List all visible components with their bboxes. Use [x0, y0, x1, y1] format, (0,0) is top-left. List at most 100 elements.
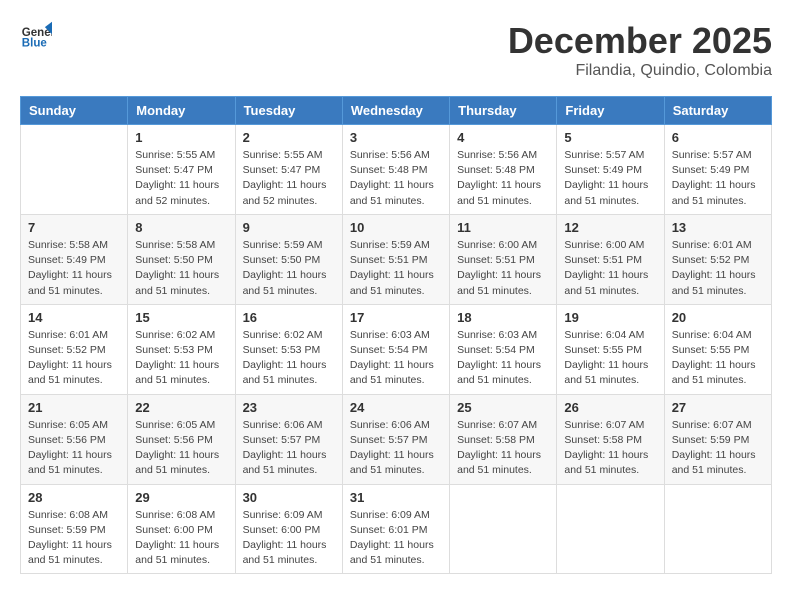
day-number: 6	[672, 130, 764, 145]
calendar-cell: 27 Sunrise: 6:07 AMSunset: 5:59 PMDayligh…	[664, 394, 771, 484]
calendar-cell: 24 Sunrise: 6:06 AMSunset: 5:57 PMDayligh…	[342, 394, 449, 484]
weekday-header-wednesday: Wednesday	[342, 97, 449, 125]
calendar-cell: 1 Sunrise: 5:55 AMSunset: 5:47 PMDaylight…	[128, 125, 235, 215]
calendar-cell: 8 Sunrise: 5:58 AMSunset: 5:50 PMDaylight…	[128, 214, 235, 304]
day-info: Sunrise: 6:07 AMSunset: 5:58 PMDaylight:…	[564, 418, 656, 479]
day-number: 4	[457, 130, 549, 145]
day-info: Sunrise: 6:06 AMSunset: 5:57 PMDaylight:…	[350, 418, 442, 479]
weekday-header-friday: Friday	[557, 97, 664, 125]
calendar-cell: 17 Sunrise: 6:03 AMSunset: 5:54 PMDayligh…	[342, 304, 449, 394]
day-info: Sunrise: 6:02 AMSunset: 5:53 PMDaylight:…	[243, 328, 335, 389]
calendar-cell: 23Sunrise: 6:06 AMSunset: 5:57 PMDayligh…	[235, 394, 342, 484]
calendar-cell: 18 Sunrise: 6:03 AMSunset: 5:54 PMDayligh…	[450, 304, 557, 394]
month-title: December 2025	[508, 20, 772, 62]
weekday-header-sunday: Sunday	[21, 97, 128, 125]
logo: General Blue	[20, 20, 52, 52]
calendar-cell: 11Sunrise: 6:00 AMSunset: 5:51 PMDayligh…	[450, 214, 557, 304]
calendar-cell: 5 Sunrise: 5:57 AMSunset: 5:49 PMDaylight…	[557, 125, 664, 215]
day-info: Sunrise: 5:57 AMSunset: 5:49 PMDaylight:…	[672, 148, 764, 209]
day-info: Sunrise: 5:57 AMSunset: 5:49 PMDaylight:…	[564, 148, 656, 209]
weekday-header-row: SundayMondayTuesdayWednesdayThursdayFrid…	[21, 97, 772, 125]
day-number: 25	[457, 400, 549, 415]
calendar-cell: 31 Sunrise: 6:09 AMSunset: 6:01 PMDayligh…	[342, 484, 449, 574]
calendar-cell	[450, 484, 557, 574]
day-info: Sunrise: 5:55 AMSunset: 5:47 PMDaylight:…	[243, 148, 335, 209]
day-info: Sunrise: 5:56 AMSunset: 5:48 PMDaylight:…	[457, 148, 549, 209]
day-number: 27	[672, 400, 764, 415]
day-number: 9	[243, 220, 335, 235]
calendar-cell: 9 Sunrise: 5:59 AMSunset: 5:50 PMDaylight…	[235, 214, 342, 304]
weekday-header-saturday: Saturday	[664, 97, 771, 125]
day-info: Sunrise: 6:04 AMSunset: 5:55 PMDaylight:…	[564, 328, 656, 389]
day-number: 30	[243, 490, 335, 505]
day-number: 26	[564, 400, 656, 415]
weekday-header-monday: Monday	[128, 97, 235, 125]
calendar-cell: 16 Sunrise: 6:02 AMSunset: 5:53 PMDayligh…	[235, 304, 342, 394]
calendar-cell	[557, 484, 664, 574]
calendar-week-row: 7Sunrise: 5:58 AMSunset: 5:49 PMDaylight…	[21, 214, 772, 304]
day-number: 5	[564, 130, 656, 145]
day-info: Sunrise: 6:03 AMSunset: 5:54 PMDaylight:…	[350, 328, 442, 389]
calendar-cell: 25 Sunrise: 6:07 AMSunset: 5:58 PMDayligh…	[450, 394, 557, 484]
calendar-cell	[21, 125, 128, 215]
calendar-cell: 2 Sunrise: 5:55 AMSunset: 5:47 PMDaylight…	[235, 125, 342, 215]
calendar-cell: 14Sunrise: 6:01 AMSunset: 5:52 PMDayligh…	[21, 304, 128, 394]
location: Filandia, Quindio, Colombia	[508, 62, 772, 80]
title-block: December 2025 Filandia, Quindio, Colombi…	[508, 20, 772, 80]
calendar-cell: 20 Sunrise: 6:04 AMSunset: 5:55 PMDayligh…	[664, 304, 771, 394]
calendar-week-row: 21 Sunrise: 6:05 AMSunset: 5:56 PMDayligh…	[21, 394, 772, 484]
day-info: Sunrise: 6:06 AMSunset: 5:57 PMDaylight:…	[243, 418, 335, 479]
logo-icon: General Blue	[20, 20, 52, 52]
day-info: Sunrise: 6:09 AMSunset: 6:01 PMDaylight:…	[350, 508, 442, 569]
calendar-cell: 7Sunrise: 5:58 AMSunset: 5:49 PMDaylight…	[21, 214, 128, 304]
day-number: 10	[350, 220, 442, 235]
calendar-cell: 21 Sunrise: 6:05 AMSunset: 5:56 PMDayligh…	[21, 394, 128, 484]
day-info: Sunrise: 6:07 AMSunset: 5:58 PMDaylight:…	[457, 418, 549, 479]
day-number: 3	[350, 130, 442, 145]
calendar-cell: 3 Sunrise: 5:56 AMSunset: 5:48 PMDaylight…	[342, 125, 449, 215]
weekday-header-thursday: Thursday	[450, 97, 557, 125]
calendar-week-row: 1 Sunrise: 5:55 AMSunset: 5:47 PMDaylight…	[21, 125, 772, 215]
day-info: Sunrise: 6:05 AMSunset: 5:56 PMDaylight:…	[28, 418, 120, 479]
calendar-cell: 10Sunrise: 5:59 AMSunset: 5:51 PMDayligh…	[342, 214, 449, 304]
calendar-cell: 22Sunrise: 6:05 AMSunset: 5:56 PMDayligh…	[128, 394, 235, 484]
day-info: Sunrise: 6:02 AMSunset: 5:53 PMDaylight:…	[135, 328, 227, 389]
calendar-table: SundayMondayTuesdayWednesdayThursdayFrid…	[20, 96, 772, 574]
calendar-cell: 19Sunrise: 6:04 AMSunset: 5:55 PMDayligh…	[557, 304, 664, 394]
calendar-week-row: 28Sunrise: 6:08 AMSunset: 5:59 PMDayligh…	[21, 484, 772, 574]
calendar-cell: 6 Sunrise: 5:57 AMSunset: 5:49 PMDaylight…	[664, 125, 771, 215]
day-info: Sunrise: 5:58 AMSunset: 5:50 PMDaylight:…	[135, 238, 227, 299]
calendar-cell: 15 Sunrise: 6:02 AMSunset: 5:53 PMDayligh…	[128, 304, 235, 394]
calendar-cell: 13Sunrise: 6:01 AMSunset: 5:52 PMDayligh…	[664, 214, 771, 304]
day-info: Sunrise: 6:07 AMSunset: 5:59 PMDaylight:…	[672, 418, 764, 479]
day-number: 20	[672, 310, 764, 325]
calendar-cell: 28Sunrise: 6:08 AMSunset: 5:59 PMDayligh…	[21, 484, 128, 574]
calendar-week-row: 14Sunrise: 6:01 AMSunset: 5:52 PMDayligh…	[21, 304, 772, 394]
day-number: 12	[564, 220, 656, 235]
day-info: Sunrise: 6:01 AMSunset: 5:52 PMDaylight:…	[28, 328, 120, 389]
calendar-cell: 4 Sunrise: 5:56 AMSunset: 5:48 PMDaylight…	[450, 125, 557, 215]
day-number: 24	[350, 400, 442, 415]
day-number: 22	[135, 400, 227, 415]
calendar-cell: 26 Sunrise: 6:07 AMSunset: 5:58 PMDayligh…	[557, 394, 664, 484]
day-info: Sunrise: 6:04 AMSunset: 5:55 PMDaylight:…	[672, 328, 764, 389]
day-info: Sunrise: 5:55 AMSunset: 5:47 PMDaylight:…	[135, 148, 227, 209]
day-number: 2	[243, 130, 335, 145]
day-number: 16	[243, 310, 335, 325]
day-info: Sunrise: 6:01 AMSunset: 5:52 PMDaylight:…	[672, 238, 764, 299]
day-info: Sunrise: 6:09 AMSunset: 6:00 PMDaylight:…	[243, 508, 335, 569]
day-info: Sunrise: 5:59 AMSunset: 5:50 PMDaylight:…	[243, 238, 335, 299]
day-info: Sunrise: 6:00 AMSunset: 5:51 PMDaylight:…	[457, 238, 549, 299]
day-number: 1	[135, 130, 227, 145]
day-number: 21	[28, 400, 120, 415]
calendar-cell: 12Sunrise: 6:00 AMSunset: 5:51 PMDayligh…	[557, 214, 664, 304]
day-info: Sunrise: 5:56 AMSunset: 5:48 PMDaylight:…	[350, 148, 442, 209]
weekday-header-tuesday: Tuesday	[235, 97, 342, 125]
day-number: 18	[457, 310, 549, 325]
day-info: Sunrise: 6:03 AMSunset: 5:54 PMDaylight:…	[457, 328, 549, 389]
day-number: 17	[350, 310, 442, 325]
day-number: 31	[350, 490, 442, 505]
day-number: 8	[135, 220, 227, 235]
day-number: 29	[135, 490, 227, 505]
day-number: 15	[135, 310, 227, 325]
